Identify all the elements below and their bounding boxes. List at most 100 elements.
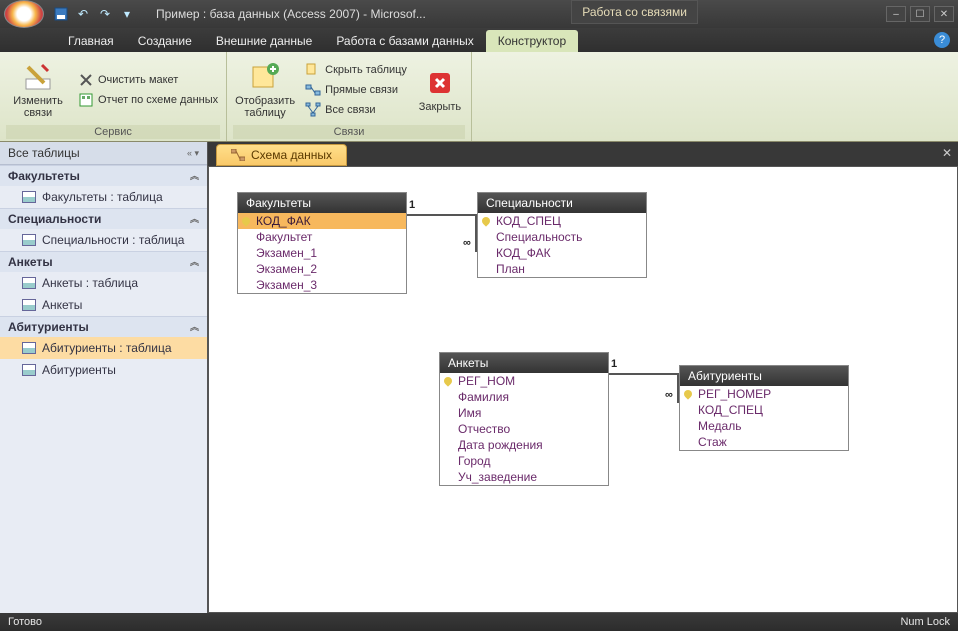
nav-group-ankety[interactable]: Анкеты︽ bbox=[0, 251, 207, 272]
relation-cardinality-one: 1 bbox=[611, 358, 617, 370]
titlebar: ↶ ↷ ▾ Пример : база данных (Access 2007)… bbox=[0, 0, 958, 28]
close-designer-button[interactable]: Закрыть bbox=[415, 57, 465, 123]
status-right: Num Lock bbox=[900, 616, 950, 628]
entity-title[interactable]: Абитуриенты bbox=[680, 366, 848, 386]
ribbon-group-relations: Отобразить таблицу Скрыть таблицу Прямые… bbox=[227, 52, 472, 141]
edit-relations-icon bbox=[22, 61, 54, 93]
entity-field[interactable]: Факультет bbox=[238, 229, 406, 245]
tab-dbtools[interactable]: Работа с базами данных bbox=[324, 30, 485, 52]
nav-item[interactable]: Анкеты : таблица bbox=[0, 272, 207, 294]
edit-relations-button[interactable]: Изменить связи bbox=[6, 57, 70, 123]
undo-icon[interactable]: ↶ bbox=[74, 5, 92, 23]
close-button[interactable]: ✕ bbox=[934, 6, 954, 22]
office-button[interactable] bbox=[4, 0, 44, 28]
entity-field[interactable]: Фамилия bbox=[440, 389, 608, 405]
tab-external[interactable]: Внешние данные bbox=[204, 30, 325, 52]
hide-table-icon bbox=[305, 62, 321, 78]
status-left: Готово bbox=[8, 616, 42, 628]
help-icon[interactable]: ? bbox=[934, 32, 950, 48]
entity-field[interactable]: Экзамен_3 bbox=[238, 277, 406, 293]
table-icon bbox=[22, 364, 36, 376]
window-controls: – ☐ ✕ bbox=[886, 6, 954, 22]
entity-field[interactable]: Экзамен_2 bbox=[238, 261, 406, 277]
minimize-button[interactable]: – bbox=[886, 6, 906, 22]
entity-fakultety[interactable]: Факультеты КОД_ФАК Факультет Экзамен_1 Э… bbox=[237, 192, 407, 294]
tab-create[interactable]: Создание bbox=[126, 30, 204, 52]
close-icon bbox=[424, 67, 456, 99]
tab-constructor[interactable]: Конструктор bbox=[486, 30, 578, 52]
doc-tab-schema[interactable]: Схема данных bbox=[216, 144, 347, 166]
show-table-icon bbox=[249, 61, 281, 93]
clear-icon bbox=[78, 72, 94, 88]
nav-item[interactable]: Абитуриенты : таблица bbox=[0, 337, 207, 359]
statusbar: Готово Num Lock bbox=[0, 613, 958, 631]
redo-icon[interactable]: ↷ bbox=[96, 5, 114, 23]
entity-field[interactable]: Медаль bbox=[680, 418, 848, 434]
ribbon: Изменить связи Очистить макет Отчет по с… bbox=[0, 52, 958, 142]
all-relations-button[interactable]: Все связи bbox=[303, 101, 409, 119]
relation-line[interactable] bbox=[609, 373, 679, 375]
quick-access-toolbar: ↶ ↷ ▾ bbox=[52, 5, 136, 23]
relations-canvas[interactable]: 1 ∞ 1 ∞ Факультеты КОД_ФАК Факультет Экз… bbox=[208, 166, 958, 613]
direct-rel-icon bbox=[305, 82, 321, 98]
entity-title[interactable]: Специальности bbox=[478, 193, 646, 213]
entity-spec[interactable]: Специальности КОД_СПЕЦ Специальность КОД… bbox=[477, 192, 647, 278]
tab-home[interactable]: Главная bbox=[56, 30, 126, 52]
qat-dropdown-icon[interactable]: ▾ bbox=[118, 5, 136, 23]
ribbon-group-label: Связи bbox=[233, 125, 465, 139]
nav-group-abitur[interactable]: Абитуриенты︽ bbox=[0, 316, 207, 337]
nav-collapse-icon[interactable]: « ▾ bbox=[187, 148, 199, 159]
nav-group-spec[interactable]: Специальности︽ bbox=[0, 208, 207, 229]
entity-field[interactable]: РЕГ_НОМЕР bbox=[680, 386, 848, 402]
nav-item[interactable]: Абитуриенты bbox=[0, 359, 207, 381]
table-icon bbox=[22, 342, 36, 354]
entity-field[interactable]: Дата рождения bbox=[440, 437, 608, 453]
entity-field[interactable]: КОД_СПЕЦ bbox=[680, 402, 848, 418]
table-icon bbox=[22, 234, 36, 246]
entity-ankety[interactable]: Анкеты РЕГ_НОМ Фамилия Имя Отчество Дата… bbox=[439, 352, 609, 486]
entity-field[interactable]: РЕГ_НОМ bbox=[440, 373, 608, 389]
relations-icon bbox=[231, 149, 245, 161]
relations-report-button[interactable]: Отчет по схеме данных bbox=[76, 91, 220, 109]
relation-line[interactable] bbox=[407, 214, 477, 216]
entity-title[interactable]: Анкеты bbox=[440, 353, 608, 373]
ribbon-group-service: Изменить связи Очистить макет Отчет по с… bbox=[0, 52, 227, 141]
doc-close-button[interactable]: ✕ bbox=[942, 146, 952, 160]
nav-header[interactable]: Все таблицы « ▾ bbox=[0, 142, 207, 165]
save-icon[interactable] bbox=[52, 5, 70, 23]
entity-abitur[interactable]: Абитуриенты РЕГ_НОМЕР КОД_СПЕЦ Медаль Ст… bbox=[679, 365, 849, 451]
nav-item[interactable]: Факультеты : таблица bbox=[0, 186, 207, 208]
document-area: Схема данных ✕ 1 ∞ 1 ∞ Факультеты КОД_ФА… bbox=[208, 142, 958, 613]
nav-item[interactable]: Специальности : таблица bbox=[0, 229, 207, 251]
entity-field[interactable]: План bbox=[478, 261, 646, 277]
entity-field[interactable]: КОД_ФАК bbox=[478, 245, 646, 261]
entity-field[interactable]: Стаж bbox=[680, 434, 848, 450]
entity-field[interactable]: КОД_ФАК bbox=[238, 213, 406, 229]
clear-layout-button[interactable]: Очистить макет bbox=[76, 71, 220, 89]
relation-cardinality-many: ∞ bbox=[665, 389, 673, 401]
table-icon bbox=[22, 277, 36, 289]
table-icon bbox=[22, 299, 36, 311]
document-tabs: Схема данных ✕ bbox=[208, 142, 958, 166]
all-rel-icon bbox=[305, 102, 321, 118]
maximize-button[interactable]: ☐ bbox=[910, 6, 930, 22]
context-tab-header: Работа со связями bbox=[571, 0, 698, 24]
relation-cardinality-many: ∞ bbox=[463, 237, 471, 249]
table-icon bbox=[22, 191, 36, 203]
nav-item[interactable]: Анкеты bbox=[0, 294, 207, 316]
direct-relations-button[interactable]: Прямые связи bbox=[303, 81, 409, 99]
entity-field[interactable]: Экзамен_1 bbox=[238, 245, 406, 261]
entity-field[interactable]: Специальность bbox=[478, 229, 646, 245]
hide-table-button[interactable]: Скрыть таблицу bbox=[303, 61, 409, 79]
entity-field[interactable]: Имя bbox=[440, 405, 608, 421]
entity-field[interactable]: Город bbox=[440, 453, 608, 469]
entity-field[interactable]: Уч_заведение bbox=[440, 469, 608, 485]
relation-cardinality-one: 1 bbox=[409, 199, 415, 211]
nav-group-fakultety[interactable]: Факультеты︽ bbox=[0, 165, 207, 186]
show-table-button[interactable]: Отобразить таблицу bbox=[233, 57, 297, 123]
entity-title[interactable]: Факультеты bbox=[238, 193, 406, 213]
entity-field[interactable]: КОД_СПЕЦ bbox=[478, 213, 646, 229]
ribbon-tabs: Главная Создание Внешние данные Работа с… bbox=[0, 28, 958, 52]
window-title: Пример : база данных (Access 2007) - Mic… bbox=[156, 7, 426, 21]
entity-field[interactable]: Отчество bbox=[440, 421, 608, 437]
